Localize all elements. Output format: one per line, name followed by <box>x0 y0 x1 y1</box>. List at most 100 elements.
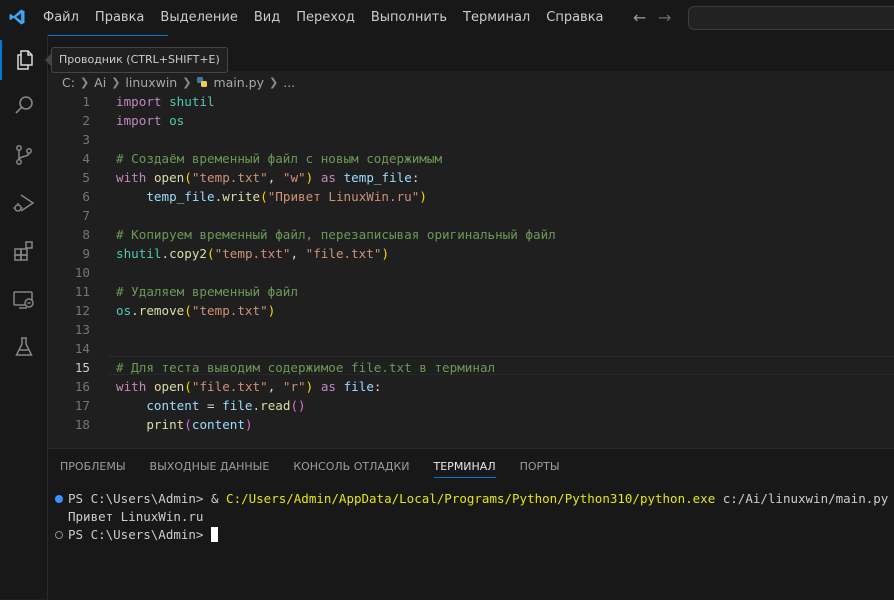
code-editor[interactable]: 1 import shutil 2 import os 3 4 # Создаё… <box>48 92 894 437</box>
code-token: () <box>290 398 306 413</box>
code-line[interactable]: 17 content = file.read() <box>48 396 894 415</box>
menu-bar: Файл Правка Выделение Вид Переход Выполн… <box>35 0 612 35</box>
extensions-icon[interactable] <box>0 231 47 271</box>
code-token: remove <box>138 303 185 318</box>
code-token: ( <box>184 417 192 432</box>
forward-arrow-icon[interactable]: → <box>658 8 671 27</box>
code-token: "r" <box>282 379 306 394</box>
line-number: 7 <box>82 208 90 223</box>
menu-help[interactable]: Справка <box>538 0 611 35</box>
code-token: ( <box>207 246 215 261</box>
menu-selection[interactable]: Выделение <box>152 0 245 35</box>
remote-explorer-icon[interactable] <box>0 280 47 320</box>
terminal-exe-path: C:/Users/Admin/AppData/Local/Programs/Py… <box>226 491 716 506</box>
code-line[interactable]: 8 # Копируем временный файл, перезаписыв… <box>48 225 894 244</box>
code-line[interactable]: 7 <box>48 206 894 225</box>
code-line[interactable]: 10 <box>48 263 894 282</box>
code-line[interactable]: 13 <box>48 320 894 339</box>
code-line[interactable]: 14 <box>48 339 894 358</box>
code-token: temp_file <box>343 170 412 185</box>
terminal-prompt: PS C:\Users\Admin> <box>68 527 211 542</box>
code-line[interactable]: 9 shutil.copy2("temp.txt", "file.txt") <box>48 244 894 263</box>
code-token: "temp.txt" <box>191 303 268 318</box>
breadcrumb-folder-ai[interactable]: Ai <box>94 75 106 90</box>
run-debug-icon[interactable] <box>0 183 47 223</box>
line-number: 11 <box>74 284 90 299</box>
chevron-right-icon: ❯ <box>79 75 90 89</box>
terminal-line[interactable]: PS C:\Users\Admin> <box>68 526 218 544</box>
code-token: . <box>131 303 139 318</box>
command-success-dot-icon[interactable] <box>55 495 63 503</box>
chevron-right-icon: ❯ <box>111 75 121 89</box>
explorer-files-icon[interactable] <box>0 40 47 80</box>
line-number: 2 <box>82 113 90 128</box>
line-number: 16 <box>74 379 90 394</box>
code-token: temp_file <box>146 189 215 204</box>
code-token: , <box>267 170 283 185</box>
breadcrumb-file[interactable]: main.py <box>213 75 264 90</box>
menu-view[interactable]: Вид <box>246 0 288 35</box>
code-line[interactable]: 5 with open("temp.txt", "w") as temp_fil… <box>48 168 894 187</box>
code-token: open <box>153 170 185 185</box>
code-line[interactable]: 16 with open("file.txt", "r") as file: <box>48 377 894 396</box>
tab-output[interactable]: ВЫХОДНЫЕ ДАННЫЕ <box>150 449 270 484</box>
code-token: : <box>373 379 382 394</box>
code-line[interactable]: 11 # Удаляем временный файл <box>48 282 894 301</box>
code-token: ) <box>244 417 253 432</box>
code-comment: # Создаём временный файл с новым содержи… <box>116 151 443 166</box>
code-token: ) <box>381 246 390 261</box>
code-line[interactable]: 12 os.remove("temp.txt") <box>48 301 894 320</box>
tab-debug-console[interactable]: КОНСОЛЬ ОТЛАДКИ <box>293 449 409 484</box>
back-arrow-icon[interactable]: ← <box>633 8 646 27</box>
code-line[interactable]: 2 import os <box>48 111 894 130</box>
code-line[interactable]: 18 print(content) <box>48 415 894 434</box>
code-token: as <box>320 170 336 185</box>
code-token: shutil <box>169 94 215 109</box>
code-token: print <box>146 417 185 432</box>
code-token: "temp.txt" <box>214 246 291 261</box>
menu-terminal[interactable]: Терминал <box>455 0 538 35</box>
breadcrumb-more[interactable]: ... <box>283 75 295 90</box>
code-line[interactable]: 3 <box>48 130 894 149</box>
line-number: 17 <box>74 398 90 413</box>
menu-go[interactable]: Переход <box>288 0 363 35</box>
command-center-search[interactable] <box>688 6 894 30</box>
code-line-current[interactable]: 15 # Для теста выводим содержимое file.t… <box>48 358 894 377</box>
testing-flask-icon[interactable] <box>0 327 47 367</box>
activity-bar <box>0 35 48 599</box>
search-icon[interactable] <box>0 85 47 125</box>
code-token: , <box>267 379 283 394</box>
breadcrumb-folder-linuxwin[interactable]: linuxwin <box>125 75 177 90</box>
line-number: 4 <box>82 151 90 166</box>
code-token: "w" <box>282 170 306 185</box>
menu-edit[interactable]: Правка <box>87 0 152 35</box>
code-line[interactable]: 4 # Создаём временный файл с новым содер… <box>48 149 894 168</box>
code-token: ( <box>260 189 268 204</box>
tab-ports[interactable]: ПОРТЫ <box>520 449 560 484</box>
active-tab-indicator <box>48 35 168 36</box>
code-token: with <box>116 379 147 394</box>
code-comment: # Удаляем временный файл <box>116 284 298 299</box>
code-token: shutil <box>116 246 162 261</box>
source-control-icon[interactable] <box>0 135 47 175</box>
code-token: , <box>290 246 306 261</box>
menu-run[interactable]: Выполнить <box>363 0 455 35</box>
code-line[interactable]: 6 temp_file.write("Привет LinuxWin.ru") <box>48 187 894 206</box>
command-pending-dot-icon[interactable] <box>55 531 63 539</box>
code-token: file <box>222 398 253 413</box>
tab-problems[interactable]: ПРОБЛЕМЫ <box>60 449 126 484</box>
menu-file[interactable]: Файл <box>35 0 87 35</box>
code-token: . <box>252 398 261 413</box>
terminal-cursor <box>211 527 218 542</box>
code-line[interactable]: 1 import shutil <box>48 92 894 111</box>
breadcrumb-drive[interactable]: C: <box>62 75 75 90</box>
panel-tabs: ПРОБЛЕМЫ ВЫХОДНЫЕ ДАННЫЕ КОНСОЛЬ ОТЛАДКИ… <box>60 449 584 484</box>
tab-terminal[interactable]: ТЕРМИНАЛ <box>433 449 496 484</box>
line-number: 6 <box>82 189 90 204</box>
code-token: ( <box>184 170 192 185</box>
